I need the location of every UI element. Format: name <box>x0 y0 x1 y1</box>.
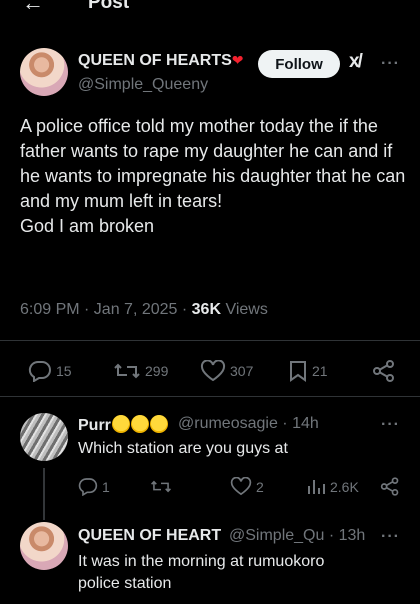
follow-button[interactable]: Follow <box>258 50 340 78</box>
reply-views-button[interactable]: 2.6K <box>306 477 359 496</box>
reply-text: It was in the morning at rumuokoro polic… <box>78 553 325 592</box>
heart-outline-icon <box>200 360 226 382</box>
share-icon <box>380 477 399 496</box>
reply-author-name[interactable]: QUEEN OF HEART <box>78 527 221 545</box>
divider <box>0 340 420 341</box>
reply-like-button[interactable]: 2 <box>230 477 264 496</box>
reply-reply-count: 1 <box>102 478 110 495</box>
author-avatar[interactable] <box>20 48 68 96</box>
bookmark-button[interactable]: 21 <box>288 360 328 382</box>
back-arrow-icon[interactable]: ← <box>22 0 44 14</box>
views-label: Views <box>221 301 268 318</box>
kissing-face-emoji-icon <box>130 415 149 433</box>
author-name-text: QUEEN OF HEARTS <box>78 52 232 69</box>
reply-repost-button[interactable] <box>150 477 172 496</box>
post-timestamp[interactable]: 6:09 PM · Jan 7, 2025 · <box>20 301 192 318</box>
repost-icon <box>151 480 171 493</box>
reply-author-avatar[interactable] <box>20 413 68 461</box>
grok-icon[interactable]: x/ <box>349 51 363 73</box>
post-text: A police office told my mother today the… <box>20 116 406 236</box>
share-icon <box>373 360 394 382</box>
views-chart-icon <box>308 480 325 494</box>
views-count: 36K <box>191 301 222 318</box>
reply-icon <box>28 360 51 382</box>
reply-author-avatar[interactable] <box>20 522 68 570</box>
reply-icon <box>78 478 98 496</box>
reply-author-name[interactable]: Purr <box>78 415 168 435</box>
bookmark-count: 21 <box>312 363 328 379</box>
reply-handle-time[interactable]: @Simple_Qu · 13h <box>229 527 365 545</box>
author-name[interactable]: QUEEN OF HEARTS❤ <box>78 52 244 70</box>
more-options-icon[interactable]: ··· <box>381 55 400 73</box>
heart-icon: ❤ <box>231 52 244 68</box>
like-count: 307 <box>230 363 254 379</box>
reply-handle-time[interactable]: @rumeosagie · 14h <box>178 415 319 433</box>
reply-reply-button[interactable]: 1 <box>78 477 110 496</box>
thread-connector-line <box>43 468 45 520</box>
top-bar: ← Post <box>0 0 420 18</box>
reply-text: Which station are you guys at <box>78 440 288 457</box>
page-title: Post <box>88 0 130 13</box>
reply-like-count: 2 <box>256 478 264 495</box>
author-handle[interactable]: @Simple_Queeny <box>78 76 208 94</box>
heart-outline-icon <box>230 477 252 496</box>
reply-views-count: 2.6K <box>330 478 359 495</box>
smiling-face-emoji-icon <box>149 415 168 433</box>
repost-count: 299 <box>145 363 169 379</box>
kissing-face-emoji-icon <box>111 415 130 433</box>
divider <box>0 396 420 397</box>
reply-share-button[interactable] <box>380 477 400 496</box>
bookmark-icon <box>290 361 306 382</box>
share-button[interactable] <box>372 360 396 382</box>
reply-button[interactable]: 15 <box>28 360 72 382</box>
reply-count: 15 <box>56 363 72 379</box>
reply-author-name-text: Purr <box>78 417 111 434</box>
post-meta: 6:09 PM · Jan 7, 2025 · 36K Views <box>20 301 268 319</box>
like-button[interactable]: 307 <box>200 360 253 382</box>
reply-more-options-icon[interactable]: ··· <box>381 416 400 434</box>
reply-more-options-icon[interactable]: ··· <box>381 528 400 546</box>
repost-icon <box>114 363 140 379</box>
repost-button[interactable]: 299 <box>113 360 168 382</box>
